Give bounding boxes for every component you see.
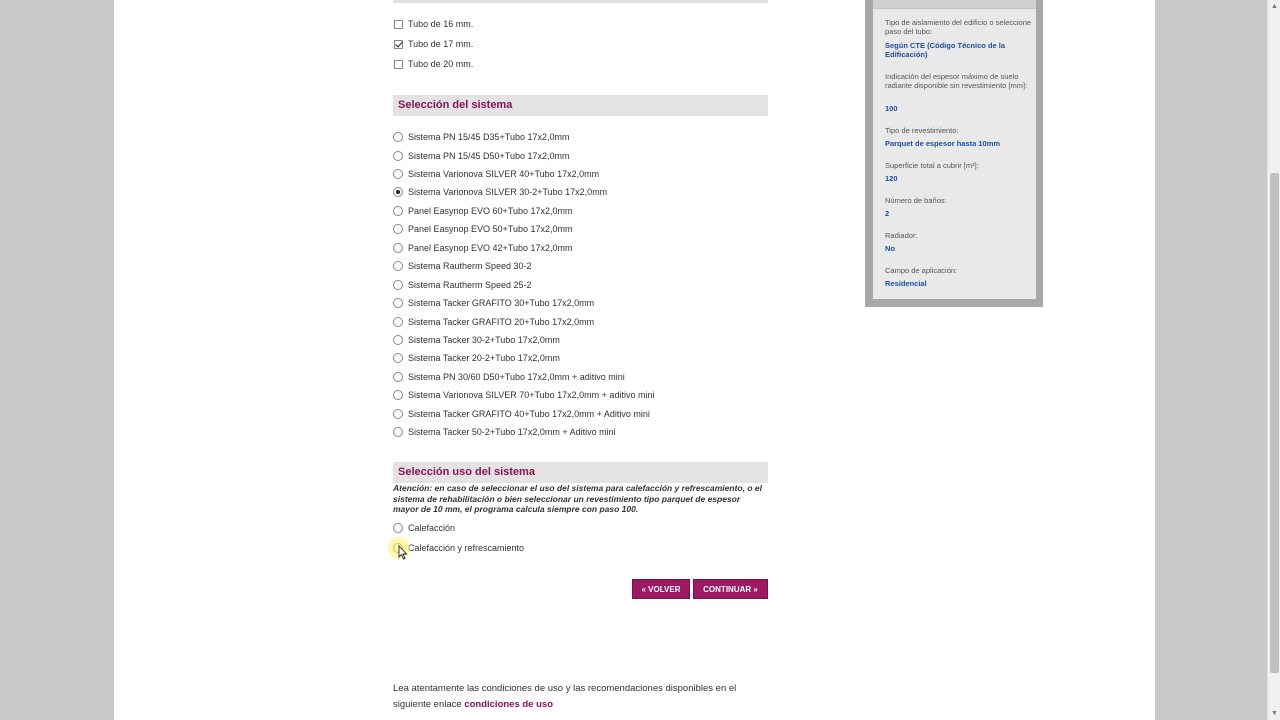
radio[interactable] bbox=[393, 317, 403, 327]
system-option[interactable]: Sistema Tacker 20-2+Tubo 17x2,0mm bbox=[393, 350, 560, 366]
system-option[interactable]: Sistema Tacker GRAFITO 30+Tubo 17x2,0mm bbox=[393, 295, 594, 311]
radio[interactable] bbox=[393, 427, 403, 437]
summary-field-value: Residencial bbox=[885, 279, 927, 288]
option-label: Tubo de 20 mm. bbox=[408, 59, 474, 69]
summary-field-value: 100 bbox=[885, 104, 898, 113]
terms-link[interactable]: condiciones de uso bbox=[464, 699, 553, 710]
tube-option-20[interactable]: Tubo de 20 mm. bbox=[393, 56, 473, 72]
system-option[interactable]: Panel Easynop EVO 60+Tubo 17x2,0mm bbox=[393, 203, 573, 219]
back-button[interactable]: « VOLVER bbox=[632, 579, 690, 599]
radio[interactable] bbox=[393, 353, 403, 363]
system-option[interactable]: Panel Easynop EVO 42+Tubo 17x2,0mm bbox=[393, 240, 573, 256]
system-option[interactable]: Sistema Tacker 50-2+Tubo 17x2,0mm + Adit… bbox=[393, 424, 616, 440]
summary-field-value: Parquet de espesor hasta 10mm bbox=[885, 139, 1001, 148]
option-label: Panel Easynop EVO 60+Tubo 17x2,0mm bbox=[408, 206, 573, 216]
vertical-scrollbar[interactable]: ▲ ▼ bbox=[1267, 0, 1280, 720]
summary-header-bar bbox=[873, 0, 1036, 9]
option-label: Sistema PN 15/45 D35+Tubo 17x2,0mm bbox=[408, 132, 570, 142]
option-label: Sistema Varionova SILVER 40+Tubo 17x2,0m… bbox=[408, 169, 600, 179]
scroll-down-icon[interactable]: ▼ bbox=[1268, 707, 1280, 720]
scrollbar-thumb[interactable] bbox=[1270, 173, 1279, 673]
attention-note: Atención: en caso de seleccionar el uso … bbox=[393, 483, 762, 514]
option-label: Panel Easynop EVO 42+Tubo 17x2,0mm bbox=[408, 243, 573, 253]
summary-field-value: Según CTE (Código Técnico de la Edificac… bbox=[885, 41, 1006, 59]
summary-panel: Tipo de aislamiento del edificio o selec… bbox=[873, 0, 1036, 299]
summary-sidebar: Tipo de aislamiento del edificio o selec… bbox=[865, 0, 1043, 307]
option-label: Tubo de 17 mm. bbox=[408, 39, 474, 49]
option-label: Sistema Tacker GRAFITO 40+Tubo 17x2,0mm … bbox=[408, 409, 650, 419]
system-option[interactable]: Sistema PN 30/60 D50+Tubo 17x2,0mm + adi… bbox=[393, 369, 625, 385]
option-label: Sistema Varionova SILVER 70+Tubo 17x2,0m… bbox=[408, 390, 655, 400]
option-label: Sistema Rautherm Speed 25-2 bbox=[408, 280, 532, 290]
radio[interactable] bbox=[393, 523, 403, 533]
continue-button[interactable]: CONTINUAR » bbox=[693, 579, 768, 599]
tube-option-17[interactable]: Tubo de 17 mm. bbox=[393, 36, 473, 52]
footer-notice: Lea atentamente las condiciones de uso y… bbox=[393, 681, 773, 713]
summary-field-label: Tipo de aislamiento del edificio o selec… bbox=[885, 18, 1032, 36]
option-label: Sistema Tacker 30-2+Tubo 17x2,0mm bbox=[408, 335, 560, 345]
system-option[interactable]: Sistema Tacker GRAFITO 40+Tubo 17x2,0mm … bbox=[393, 406, 650, 422]
option-label: Sistema Varionova SILVER 30-2+Tubo 17x2,… bbox=[408, 187, 608, 197]
system-section-title: Selección del sistema bbox=[393, 95, 768, 116]
system-option[interactable]: Sistema Rautherm Speed 30-2 bbox=[393, 258, 532, 274]
system-option[interactable]: Sistema Varionova SILVER 30-2+Tubo 17x2,… bbox=[393, 184, 607, 200]
radio[interactable] bbox=[393, 280, 403, 290]
option-label: Calefacción y refrescamiento bbox=[408, 543, 525, 553]
system-option[interactable]: Sistema Varionova SILVER 40+Tubo 17x2,0m… bbox=[393, 166, 599, 182]
summary-field-label: Radiador: bbox=[885, 231, 918, 240]
system-option[interactable]: Panel Easynop EVO 50+Tubo 17x2,0mm bbox=[393, 221, 573, 237]
radio-selected[interactable] bbox=[393, 187, 403, 197]
system-option[interactable]: Sistema PN 15/45 D50+Tubo 17x2,0mm bbox=[393, 148, 570, 164]
radio[interactable] bbox=[393, 390, 403, 400]
radio[interactable] bbox=[393, 409, 403, 419]
radio[interactable] bbox=[393, 224, 403, 234]
summary-field-label: Indicación del espesor máximo de suelo r… bbox=[885, 72, 1028, 90]
system-option[interactable]: Sistema PN 15/45 D35+Tubo 17x2,0mm bbox=[393, 129, 570, 145]
radio[interactable] bbox=[393, 206, 403, 216]
option-label: Sistema Tacker GRAFITO 30+Tubo 17x2,0mm bbox=[408, 298, 595, 308]
scroll-up-icon[interactable]: ▲ bbox=[1268, 0, 1280, 13]
radio[interactable] bbox=[393, 335, 403, 345]
system-option[interactable]: Sistema Rautherm Speed 25-2 bbox=[393, 277, 532, 293]
summary-field-value: 2 bbox=[885, 209, 890, 218]
radio[interactable] bbox=[393, 132, 403, 142]
system-option[interactable]: Sistema Varionova SILVER 70+Tubo 17x2,0m… bbox=[393, 387, 654, 403]
radio[interactable] bbox=[393, 261, 403, 271]
radio[interactable] bbox=[393, 298, 403, 308]
system-option[interactable]: Sistema Tacker GRAFITO 20+Tubo 17x2,0mm bbox=[393, 314, 594, 330]
radio[interactable] bbox=[393, 151, 403, 161]
use-option-heating[interactable]: Calefacción bbox=[393, 520, 455, 536]
option-label: Calefacción bbox=[408, 523, 456, 533]
option-label: Sistema Tacker 50-2+Tubo 17x2,0mm + Adit… bbox=[408, 427, 616, 437]
radio[interactable] bbox=[393, 243, 403, 253]
radio[interactable] bbox=[393, 543, 403, 553]
option-label: Sistema Tacker GRAFITO 20+Tubo 17x2,0mm bbox=[408, 317, 595, 327]
option-label: Tubo de 16 mm. bbox=[408, 19, 474, 29]
summary-field-value: 120 bbox=[885, 174, 898, 183]
tube-option-16[interactable]: Tubo de 16 mm. bbox=[393, 16, 473, 32]
summary-field-label: Número de baños: bbox=[885, 196, 947, 205]
option-label: Sistema Tacker 20-2+Tubo 17x2,0mm bbox=[408, 353, 560, 363]
option-label: Sistema PN 15/45 D50+Tubo 17x2,0mm bbox=[408, 151, 570, 161]
radio[interactable] bbox=[393, 169, 403, 179]
footer-text: Lea atentamente las condiciones de uso y… bbox=[393, 683, 737, 710]
summary-field-label: Tipo de revestimiento: bbox=[885, 126, 959, 135]
checkbox[interactable] bbox=[394, 19, 403, 29]
section-divider bbox=[393, 0, 768, 3]
summary-field-value: No bbox=[885, 244, 895, 253]
option-label: Sistema PN 30/60 D50+Tubo 17x2,0mm + adi… bbox=[408, 372, 625, 382]
summary-field-label: Superficie total a cubrir [m²]: bbox=[885, 161, 979, 170]
option-label: Panel Easynop EVO 50+Tubo 17x2,0mm bbox=[408, 224, 573, 234]
checkbox-checked[interactable] bbox=[394, 39, 403, 49]
checkbox[interactable] bbox=[394, 59, 403, 69]
system-option[interactable]: Sistema Tacker 30-2+Tubo 17x2,0mm bbox=[393, 332, 560, 348]
summary-field-label: Campo de aplicación: bbox=[885, 266, 958, 275]
use-option-heating-cooling[interactable]: Calefacción y refrescamiento bbox=[393, 540, 524, 556]
option-label: Sistema Rautherm Speed 30-2 bbox=[408, 261, 532, 271]
use-section-title: Selección uso del sistema bbox=[393, 462, 768, 483]
radio[interactable] bbox=[393, 372, 403, 382]
